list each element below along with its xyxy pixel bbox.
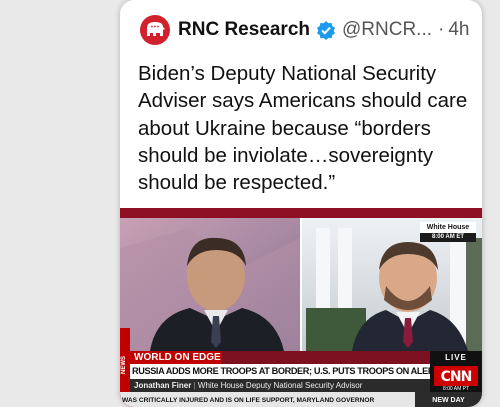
tweet-text: Biden’s Deputy National Security Adviser… [138,62,468,195]
bug-time: 8:00 AM PT [442,386,470,392]
speaker-row: Jonathan Finer | White House Deputy Nati… [134,381,363,390]
avatar[interactable] [140,15,170,45]
lower-third: WORLD ON EDGE RUSSIA ADDS MORE TROOPS AT… [120,351,482,407]
ticker: WAS CRITICALLY INJURED AND IS ON LIFE SU… [122,397,375,404]
speaker-name: Jonathan Finer [134,381,192,390]
handle[interactable]: @RNCR... [342,19,432,41]
location-time: 8:00 AM ET [431,234,465,240]
display-name[interactable]: RNC Research [178,19,310,41]
verified-badge-icon [317,21,335,40]
headline: RUSSIA ADDS MORE TROOPS AT BORDER; U.S. … [132,366,430,376]
timestamp[interactable]: 4h [448,19,469,41]
speaker-title: White House Deputy National Security Adv… [197,381,363,390]
location-bug: White House 8:00 AM ET [420,222,476,242]
tweet-card[interactable]: RNC Research @RNCR... · 4h Biden’s Deput… [120,0,482,407]
topic-label: WORLD ON EDGE [134,352,221,363]
separator: · [438,19,445,40]
video-thumbnail[interactable]: White House 8:00 AM ET NEWS WORLD ON EDG… [120,208,482,407]
location-label: White House [426,224,470,231]
cnn-logo-icon: CNN [440,369,473,385]
tweet-header: RNC Research @RNCR... · 4h [140,13,475,47]
live-label: LIVE [445,353,467,362]
elephant-logo-icon [147,22,165,36]
new-day-label: NEW DAY [432,397,465,404]
